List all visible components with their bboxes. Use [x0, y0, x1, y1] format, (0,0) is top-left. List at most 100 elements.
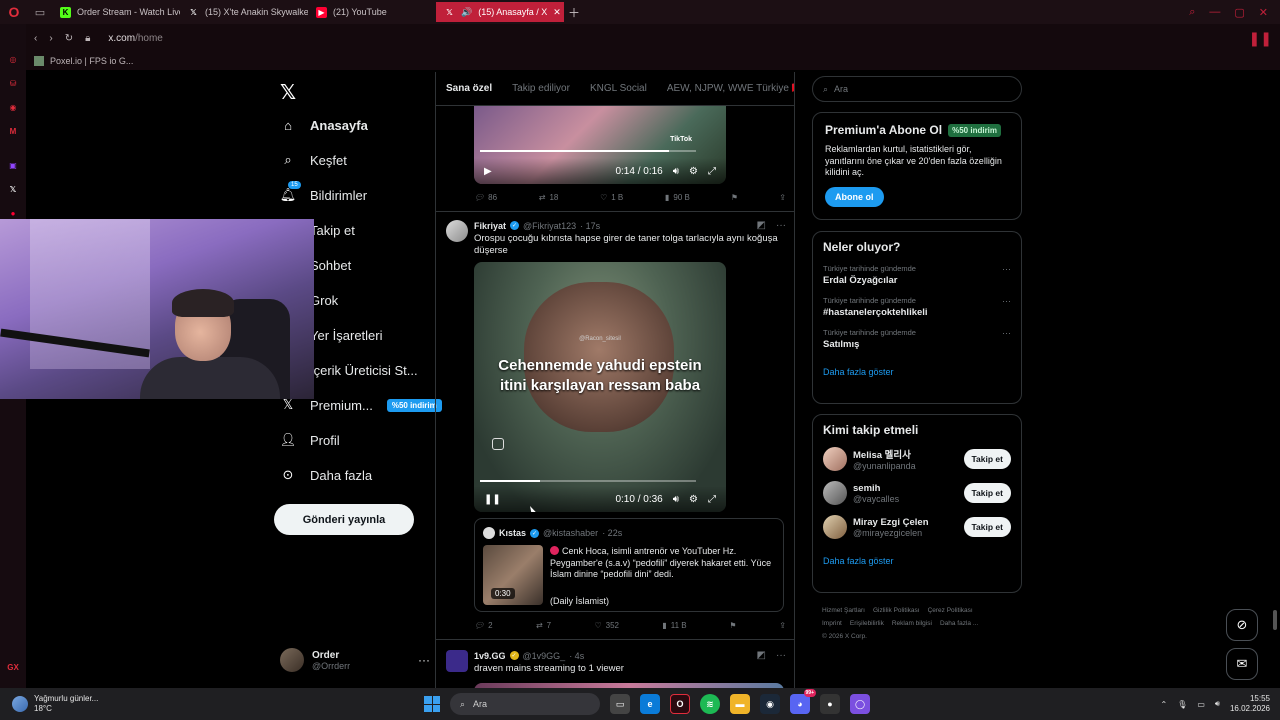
app-icon[interactable]: ◯	[850, 694, 870, 714]
avatar[interactable]	[446, 220, 468, 242]
video-player[interactable]: @Racon_sitesil Cehennemde yahudi epstein…	[474, 262, 726, 512]
tab-for-you[interactable]: Sana özel	[446, 83, 492, 94]
subscribe-button[interactable]: Abone ol	[825, 186, 884, 207]
bag-icon[interactable]: ⛁	[6, 76, 20, 90]
video-player[interactable]: TikTok ▶ 0:14 / 0:16 🔊︎ ⚙ ⤢	[474, 106, 726, 184]
fullscreen-icon[interactable]: ⤢	[708, 494, 716, 505]
nav-home[interactable]: ⌂ Anasayfa	[280, 113, 368, 137]
follow-suggestion[interactable]: Melisa 멜리사 @yunanlipanda Takip et	[823, 447, 1011, 471]
grok-icon[interactable]: ◩	[757, 650, 766, 661]
gx-icon[interactable]: GX	[6, 660, 20, 674]
aria-icon[interactable]: ◎	[6, 52, 20, 66]
forward-icon[interactable]: ›	[49, 33, 52, 44]
repost-button[interactable]: ⇄ 7	[536, 621, 551, 630]
clock[interactable]: 15:55 16.02.2026	[1230, 694, 1270, 714]
like-button[interactable]: ♡ 352	[594, 621, 619, 630]
tab-x-anakin[interactable]: 𝕏 (15) X'te Anakin Skywalker	[180, 2, 308, 22]
avatar[interactable]	[446, 650, 468, 672]
messages-fab-button[interactable]: ✉	[1226, 648, 1258, 680]
maximize-icon[interactable]: ▢	[1234, 6, 1244, 19]
file-explorer-icon[interactable]: ▬	[730, 694, 750, 714]
quote-video-thumbnail[interactable]: 0:30	[483, 545, 543, 605]
search-icon[interactable]: ⌕	[1189, 6, 1195, 19]
post-fikriyat[interactable]: Fikriyat ✓ @Fikriyat123 · 17s ◩ ··· Orosp…	[436, 212, 794, 640]
show-more-follow-link[interactable]: Daha fazla göster	[823, 556, 894, 566]
more-dots-icon[interactable]: ···	[1002, 296, 1011, 306]
fullscreen-icon[interactable]: ⤢	[708, 166, 716, 177]
scrollbar[interactable]	[1272, 72, 1278, 688]
follow-button[interactable]: Takip et	[963, 483, 1011, 503]
youtube-icon[interactable]: ●	[6, 206, 20, 220]
settings-icon[interactable]: ⚙	[689, 166, 698, 177]
more-dots-icon[interactable]: ···	[776, 650, 786, 661]
close-window-icon[interactable]: ✕	[1259, 6, 1268, 19]
views-button[interactable]: ▮ 90 B	[665, 193, 690, 202]
discord-icon[interactable]: ◕ 99+	[790, 689, 816, 714]
minimize-icon[interactable]: —	[1209, 6, 1220, 19]
tab-youtube[interactable]: ▶ (21) YouTube	[308, 2, 436, 22]
messenger-icon[interactable]: ◉	[6, 100, 20, 114]
task-view-icon[interactable]: ▭	[610, 694, 630, 714]
twitch-icon[interactable]: ▣	[6, 158, 20, 172]
volume-icon[interactable]: 🔊︎	[673, 494, 679, 505]
tab-x-home[interactable]: 𝕏 🔊 (15) Anasayfa / X ✕	[436, 2, 564, 22]
tab-order-stream[interactable]: K Order Stream - Watch Live	[52, 2, 180, 22]
back-icon[interactable]: ‹	[34, 33, 37, 44]
microphone-icon[interactable]: 🎙︎	[1177, 700, 1187, 709]
play-icon[interactable]: ▶	[484, 166, 492, 177]
url-field[interactable]: x.com/home	[108, 33, 162, 44]
scrollbar-thumb[interactable]	[1273, 610, 1277, 630]
post-1v9gg[interactable]: 1v9.GG ✓ @1v9GG_ · 4s ◩ ··· draven mains …	[436, 640, 794, 688]
speaker-icon[interactable]: 🔊	[461, 7, 472, 18]
more-dots-icon[interactable]: ···	[776, 220, 786, 231]
like-button[interactable]: ♡ 1 B	[600, 193, 623, 202]
follow-suggestion[interactable]: semih @vaycalles Takip et	[823, 481, 1011, 505]
share-button[interactable]: ⇪	[779, 621, 786, 630]
more-dots-icon[interactable]: ···	[1002, 328, 1011, 338]
bookmark-poxel[interactable]: Poxel.io | FPS io G...	[50, 56, 133, 66]
post-age[interactable]: · 4s	[569, 651, 584, 661]
nav-profile[interactable]: 👤︎ Profil	[280, 428, 340, 452]
follow-button[interactable]: Takip et	[963, 517, 1011, 537]
close-tab-icon[interactable]: ✕	[553, 7, 561, 18]
more-dots-icon[interactable]: ···	[418, 653, 430, 667]
trend-item[interactable]: Türkiye tarihinde gündemde #hastanelerço…	[823, 296, 1011, 318]
settings-icon[interactable]: ⚙	[689, 494, 698, 505]
author-handle[interactable]: @Fikriyat123	[523, 221, 576, 231]
reload-icon[interactable]: ↻	[65, 33, 73, 44]
post-button[interactable]: Gönderi yayınla	[274, 504, 414, 535]
chevron-up-icon[interactable]: ⌃	[1160, 700, 1167, 709]
bookmark-button[interactable]: ⚑	[730, 621, 736, 630]
show-more-trends-link[interactable]: Daha fazla göster	[823, 367, 894, 377]
new-tab-button[interactable]: ＋	[568, 4, 580, 21]
nav-explore[interactable]: ⌕ Keşfet	[280, 148, 347, 172]
opera-logo-icon[interactable]: O	[0, 4, 28, 20]
nav-more[interactable]: ⊙ Daha fazla	[280, 463, 373, 487]
search-input[interactable]: ⌕ Ara	[812, 76, 1022, 102]
video-progress[interactable]	[480, 150, 696, 152]
trend-item[interactable]: Türkiye tarihinde gündemde Erdal Özyağcı…	[823, 264, 1011, 286]
tab-aew-njpw[interactable]: AEW, NJPW, WWE Türkiye 🇹🇷	[667, 83, 794, 94]
tab-menu-icon[interactable]: ▭	[28, 6, 52, 19]
account-switcher[interactable]: Order @Orrderr ···	[280, 648, 430, 672]
reply-button[interactable]: 💬︎ 2	[474, 621, 493, 630]
share-button[interactable]: ⇪	[779, 193, 786, 202]
opera-sidebar-toggle-icon[interactable]: ❚❚	[1249, 30, 1272, 47]
post-age[interactable]: · 17s	[580, 221, 600, 231]
trend-item[interactable]: Türkiye tarihinde gündemde Satılmış ···	[823, 328, 1011, 350]
video-progress[interactable]	[480, 480, 696, 482]
repost-button[interactable]: ⇄ 18	[539, 193, 559, 202]
more-dots-icon[interactable]: ···	[1002, 264, 1011, 274]
x-icon[interactable]: 𝕏	[6, 182, 20, 196]
views-button[interactable]: ▮ 11 B	[662, 621, 686, 630]
volume-icon[interactable]: 🔊︎	[1215, 699, 1220, 709]
bookmark-button[interactable]: ⚑	[732, 193, 738, 202]
tab-kngl-social[interactable]: KNGL Social	[590, 83, 647, 94]
nav-notifications[interactable]: 🔔︎ 15 Bildirimler	[280, 181, 367, 207]
author-handle[interactable]: @1v9GG_	[523, 651, 566, 661]
grok-fab-button[interactable]: ⊘	[1226, 609, 1258, 641]
tab-following[interactable]: Takip ediliyor	[512, 83, 570, 94]
network-icon[interactable]: ▭	[1197, 700, 1205, 709]
spotify-icon[interactable]: ≋	[700, 694, 720, 714]
opera-gx-icon[interactable]: O	[670, 694, 690, 714]
